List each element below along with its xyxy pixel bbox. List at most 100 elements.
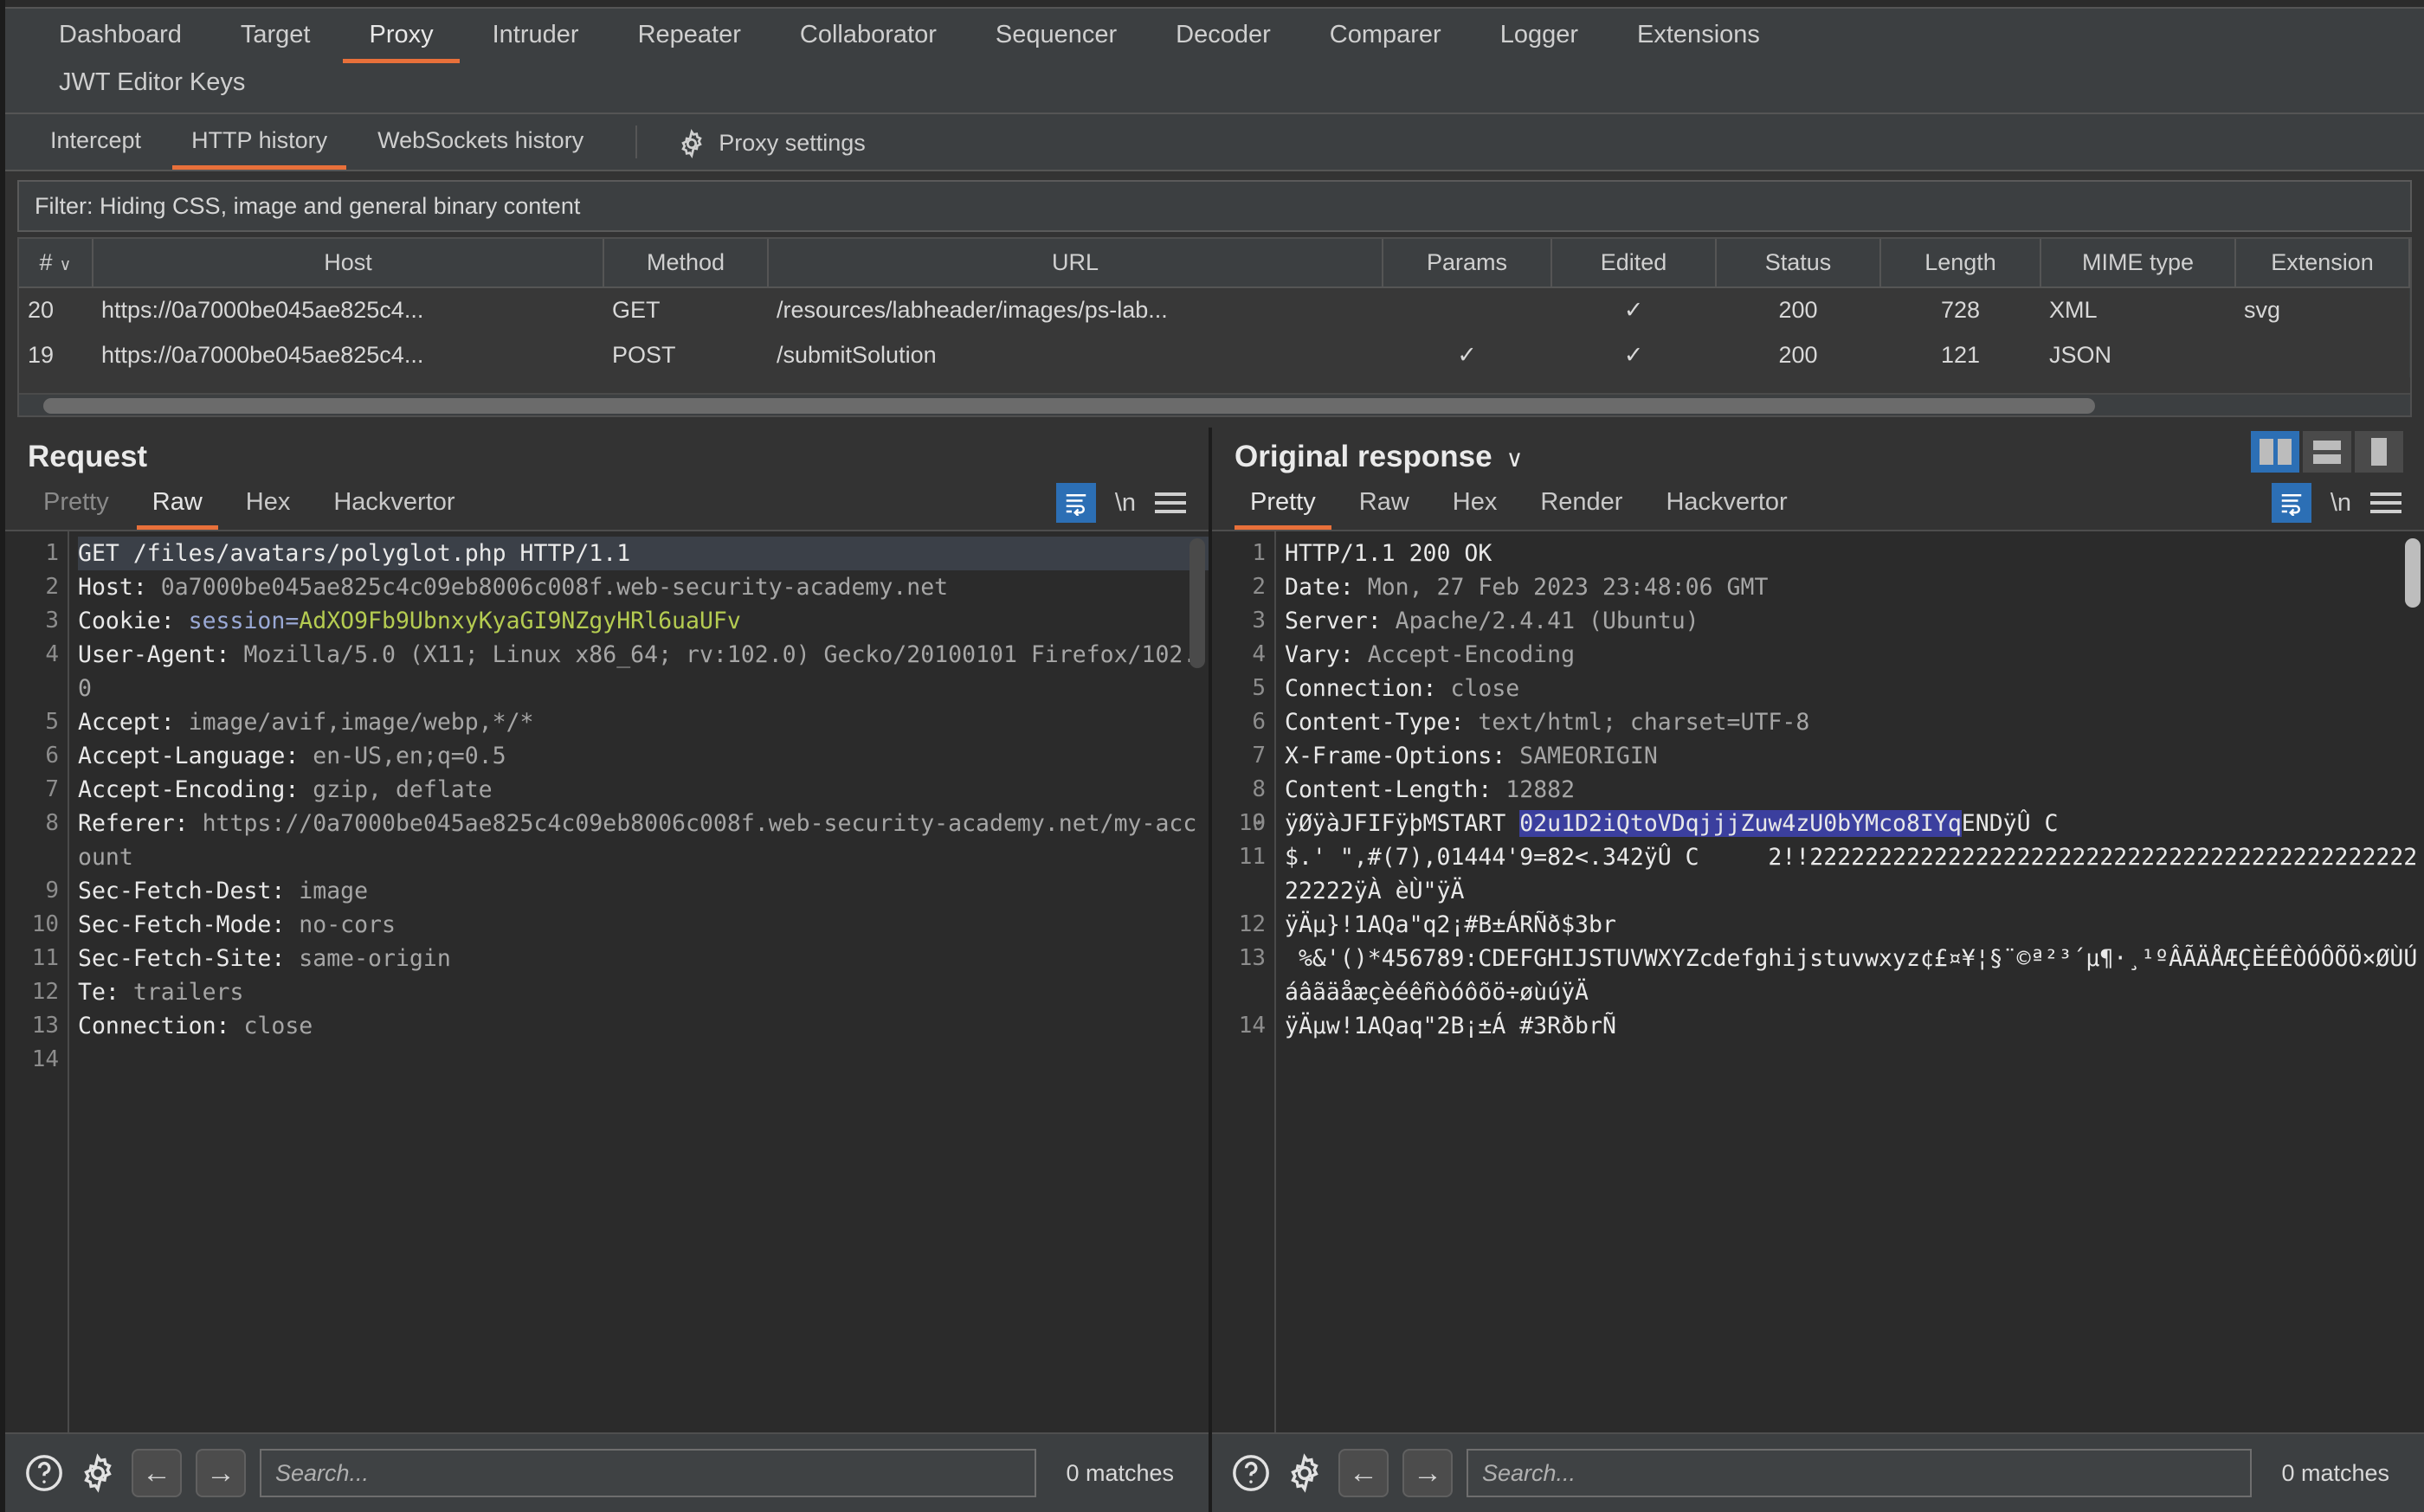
main-tab-comparer[interactable]: Comparer	[1304, 9, 1467, 63]
line-number: 4	[45, 641, 59, 667]
response-line-numbers: 1 2 3 4 5 6 7 8 9 10 11 12 13 14	[1212, 531, 1276, 1432]
view-mode-single-pane[interactable]	[2355, 431, 2403, 473]
sub-tab-websockets-history[interactable]: WebSockets history	[358, 114, 603, 170]
column-header-params[interactable]: Params	[1383, 239, 1552, 288]
main-tab-decoder[interactable]: Decoder	[1150, 9, 1297, 63]
code-token: ÿÄµ}!1AQa"q2¡#B±ÁRÑð$3br	[1285, 911, 1616, 938]
settings-gear-icon[interactable]	[1285, 1453, 1325, 1493]
request-tab-pretty[interactable]: Pretty	[28, 483, 125, 530]
response-tab-hex[interactable]: Hex	[1437, 483, 1513, 530]
request-code-body[interactable]: GET /files/avatars/polyglot.php HTTP/1.1…	[69, 531, 1209, 1432]
menu-icon[interactable]	[2370, 492, 2401, 513]
cell-edited: ✓	[1551, 332, 1716, 377]
column-header-extension[interactable]: Extension	[2235, 239, 2410, 288]
column-header-num[interactable]: # ∨	[19, 239, 93, 288]
line-number: 10	[31, 911, 59, 937]
table-row[interactable]: 20 https://0a7000be045ae825c4... GET /re…	[19, 287, 2409, 332]
chevron-down-icon[interactable]: ∨	[1506, 446, 1524, 472]
code-line: ÿÄµ}!1AQa"q2¡#B±ÁRÑð$3br	[1285, 908, 2424, 942]
main-tab-collaborator[interactable]: Collaborator	[774, 9, 963, 63]
view-mode-split-horizontal[interactable]	[2303, 431, 2351, 473]
column-header-mime-type[interactable]: MIME type	[2040, 239, 2236, 288]
main-tab-intruder[interactable]: Intruder	[467, 9, 605, 63]
search-previous-button[interactable]: ←	[1338, 1449, 1389, 1497]
help-icon[interactable]	[24, 1453, 64, 1493]
code-token: Content-Length:	[1285, 776, 1506, 803]
sub-tab-http-history[interactable]: HTTP history	[172, 114, 347, 170]
request-tab-hex[interactable]: Hex	[230, 483, 306, 530]
search-input[interactable]: Search...	[1467, 1449, 2253, 1497]
word-wrap-toggle-icon[interactable]	[1055, 483, 1096, 523]
scrollbar-thumb[interactable]	[2405, 538, 2421, 608]
code-line: Sec-Fetch-Dest: image	[78, 874, 1209, 908]
response-tab-raw[interactable]: Raw	[1344, 483, 1425, 530]
column-header-method[interactable]: Method	[603, 239, 769, 288]
newline-toggle[interactable]: \n	[1115, 489, 1136, 518]
main-tab-extensions[interactable]: Extensions	[1611, 9, 1786, 63]
line-number: 11	[1238, 844, 1266, 870]
sort-caret-icon: ∨	[59, 256, 72, 274]
cell-length: 728	[1880, 287, 2040, 332]
request-tab-raw[interactable]: Raw	[136, 483, 218, 530]
table-horizontal-scrollbar[interactable]	[19, 393, 2410, 415]
view-mode-split-vertical[interactable]	[2251, 431, 2299, 473]
proxy-settings-button[interactable]: Proxy settings	[658, 114, 885, 170]
cell-params: ✓	[1383, 332, 1551, 377]
table-header-row: # ∨ Host Method URL Params Edited Status …	[19, 239, 2410, 288]
response-code-area[interactable]: 1 2 3 4 5 6 7 8 9 10 11 12 13 14 HTTP/1.1 200 OK Date:…	[1212, 531, 2424, 1432]
search-placeholder: Search...	[1482, 1459, 1576, 1486]
sub-tab-intercept[interactable]: Intercept	[31, 114, 160, 170]
column-header-length[interactable]: Length	[1880, 239, 2041, 288]
main-tab-logger[interactable]: Logger	[1474, 9, 1604, 63]
request-tab-hackvertor[interactable]: Hackvertor	[318, 483, 470, 530]
main-tab-proxy[interactable]: Proxy	[343, 9, 460, 63]
filter-bar[interactable]: Filter: Hiding CSS, image and general bi…	[17, 180, 2412, 232]
menu-icon[interactable]	[1155, 492, 1186, 513]
scrollbar-thumb[interactable]	[1189, 538, 1205, 668]
main-tab-repeater[interactable]: Repeater	[612, 9, 767, 63]
main-tab-target[interactable]: Target	[215, 9, 337, 63]
main-tab-sequencer[interactable]: Sequencer	[970, 9, 1143, 63]
line-number: 9	[45, 878, 59, 904]
response-code-body[interactable]: HTTP/1.1 200 OK Date: Mon, 27 Feb 2023 23…	[1276, 531, 2424, 1432]
response-pane-title[interactable]: Original response ∨	[1235, 440, 1523, 474]
response-tab-render[interactable]: Render	[1525, 483, 1638, 530]
clipped-top-row	[5, 0, 2424, 7]
table-row[interactable]: 19 https://0a7000be045ae825c4... POST /s…	[19, 332, 2409, 377]
search-match-count: 0 matches	[2281, 1459, 2389, 1486]
scrollbar-thumb[interactable]	[43, 398, 2095, 414]
code-token: ÿØÿàJFIFÿþMSTART	[1285, 810, 1520, 837]
column-header-host[interactable]: Host	[93, 239, 604, 288]
code-token: Sec-Fetch-Mode:	[78, 911, 300, 938]
request-code-area[interactable]: 1 2 3 4 5 6 7 8 9 10 11 12 13 14 GET /files/avatars/p…	[5, 531, 1209, 1432]
column-header-edited[interactable]: Edited	[1551, 239, 1717, 288]
search-input[interactable]: Search...	[260, 1449, 1037, 1497]
proxy-settings-label: Proxy settings	[719, 130, 866, 156]
settings-gear-icon[interactable]	[78, 1453, 118, 1493]
cell-extension	[2235, 332, 2409, 377]
code-token: Accept-Encoding:	[78, 776, 313, 803]
response-tab-hackvertor[interactable]: Hackvertor	[1650, 483, 1802, 530]
search-previous-button[interactable]: ←	[132, 1449, 182, 1497]
main-tab-bar: Dashboard Target Proxy Intruder Repeater…	[5, 7, 2424, 114]
word-wrap-toggle-icon[interactable]	[2271, 483, 2311, 523]
search-next-button[interactable]: →	[1402, 1449, 1453, 1497]
search-next-button[interactable]: →	[196, 1449, 246, 1497]
column-header-url[interactable]: URL	[768, 239, 1383, 288]
main-tab-jwt-editor-keys[interactable]: JWT Editor Keys	[33, 63, 271, 113]
cell-host: https://0a7000be045ae825c4...	[93, 332, 603, 377]
code-token: Sec-Fetch-Dest:	[78, 878, 300, 904]
response-tab-pretty[interactable]: Pretty	[1235, 483, 1331, 530]
code-token: no-cors	[299, 911, 396, 938]
response-vertical-scrollbar[interactable]	[2405, 538, 2421, 1425]
code-line: Server: Apache/2.4.41 (Ubuntu)	[1285, 604, 2424, 638]
request-vertical-scrollbar[interactable]	[1189, 538, 1205, 1425]
code-token: Connection:	[1285, 675, 1451, 702]
main-tab-dashboard[interactable]: Dashboard	[33, 9, 208, 63]
table-row-partial[interactable]	[19, 377, 2410, 393]
code-token: Mozilla/5.0 (X11; Linux x86_64; rv:102.0…	[78, 641, 1197, 702]
code-line: Content-Type: text/html; charset=UTF-8	[1285, 705, 2424, 739]
column-header-status[interactable]: Status	[1716, 239, 1881, 288]
help-icon[interactable]	[1231, 1453, 1271, 1493]
newline-toggle[interactable]: \n	[2331, 489, 2351, 518]
